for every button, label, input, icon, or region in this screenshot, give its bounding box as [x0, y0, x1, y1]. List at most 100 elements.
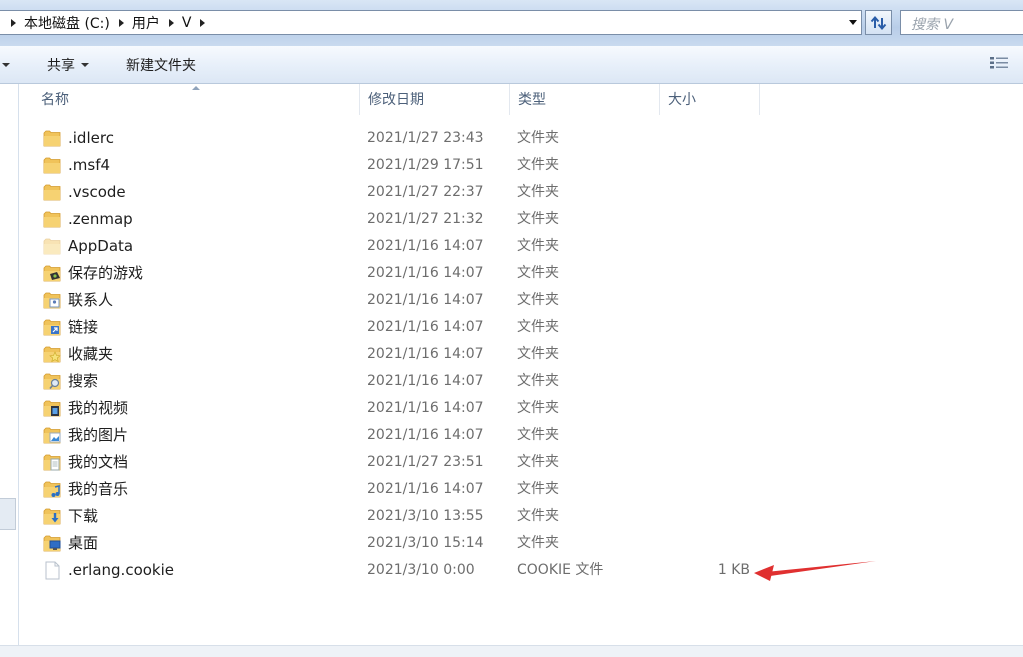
breadcrumb-chevron-icon[interactable] — [118, 18, 124, 27]
file-row[interactable]: .vscode 2021/1/27 22:37 文件夹 — [19, 179, 1023, 206]
sort-ascending-icon — [192, 86, 200, 90]
file-row[interactable]: 搜索 2021/1/16 14:07 文件夹 — [19, 368, 1023, 395]
breadcrumb-chevron-icon[interactable] — [168, 18, 174, 27]
breadcrumb-item-drive[interactable]: 本地磁盘 (C:) — [24, 13, 110, 33]
searches-folder-icon — [43, 372, 63, 391]
file-row[interactable]: 我的图片 2021/1/16 14:07 文件夹 — [19, 422, 1023, 449]
share-button[interactable]: 共享 — [47, 55, 89, 75]
file-size — [659, 530, 750, 557]
videos-folder-icon — [43, 399, 63, 418]
file-size: 1 KB — [717, 562, 750, 578]
file-type: 文件夹 — [517, 400, 559, 416]
file-type: 文件夹 — [517, 508, 559, 524]
file-row[interactable]: 桌面 2021/3/10 15:14 文件夹 — [19, 530, 1023, 557]
breadcrumb-item-v[interactable]: V — [182, 15, 192, 31]
address-bar-area: 本地磁盘 (C:) 用户 V 搜索 V — [0, 0, 1023, 46]
file-modified-date: 2021/1/16 14:07 — [367, 427, 484, 443]
column-header-size[interactable]: 大小 — [660, 84, 760, 115]
breadcrumb-item-users[interactable]: 用户 — [132, 13, 160, 33]
column-header-type[interactable]: 类型 — [510, 84, 660, 115]
file-row[interactable]: .zenmap 2021/1/27 21:32 文件夹 — [19, 206, 1023, 233]
folder-icon — [43, 156, 63, 175]
file-name: 我的音乐 — [68, 480, 129, 498]
column-header-date[interactable]: 修改日期 — [360, 84, 510, 115]
file-name: 我的文档 — [68, 453, 129, 471]
search-input[interactable]: 搜索 V — [900, 10, 1023, 35]
file-row[interactable]: 我的文档 2021/1/27 23:51 文件夹 — [19, 449, 1023, 476]
file-type: 文件夹 — [517, 130, 559, 146]
file-name: 保存的游戏 — [68, 264, 144, 282]
file-modified-date: 2021/1/16 14:07 — [367, 238, 484, 254]
address-bar[interactable]: 本地磁盘 (C:) 用户 V — [0, 10, 862, 35]
file-name: 链接 — [68, 318, 99, 336]
links-folder-icon — [43, 318, 63, 337]
file-type: 文件夹 — [517, 373, 559, 389]
chevron-down-icon — [848, 20, 857, 25]
file-row[interactable]: 下载 2021/3/10 13:55 文件夹 — [19, 503, 1023, 530]
documents-folder-icon — [43, 453, 63, 472]
file-size — [659, 233, 750, 260]
file-row[interactable]: 我的视频 2021/1/16 14:07 文件夹 — [19, 395, 1023, 422]
file-name: 收藏夹 — [68, 345, 114, 363]
red-arrow-annotation-icon — [754, 561, 876, 581]
file-row[interactable]: 我的音乐 2021/1/16 14:07 文件夹 — [19, 476, 1023, 503]
file-size — [659, 152, 750, 179]
hidden-folder-icon — [43, 237, 63, 256]
file-icon — [43, 561, 63, 580]
file-size — [659, 206, 750, 233]
folder-icon — [43, 210, 63, 229]
file-size — [659, 314, 750, 341]
file-name: .zenmap — [68, 210, 133, 228]
saved-games-folder-icon — [43, 264, 63, 283]
file-row[interactable]: 联系人 2021/1/16 14:07 文件夹 — [19, 287, 1023, 314]
file-modified-date: 2021/3/10 15:14 — [367, 535, 484, 551]
file-row[interactable]: 保存的游戏 2021/1/16 14:07 文件夹 — [19, 260, 1023, 287]
navigation-selected-item[interactable] — [0, 498, 16, 530]
breadcrumb-chevron-icon[interactable] — [11, 18, 16, 27]
navigation-pane[interactable] — [0, 84, 19, 646]
file-type: 文件夹 — [517, 319, 559, 335]
file-modified-date: 2021/1/27 23:43 — [367, 130, 484, 146]
file-size — [659, 368, 750, 395]
new-folder-button[interactable]: 新建文件夹 — [126, 55, 196, 75]
downloads-folder-icon — [43, 507, 63, 526]
file-row[interactable]: 链接 2021/1/16 14:07 文件夹 — [19, 314, 1023, 341]
file-row[interactable]: 收藏夹 2021/1/16 14:07 文件夹 — [19, 341, 1023, 368]
file-modified-date: 2021/1/16 14:07 — [367, 292, 484, 308]
file-type: 文件夹 — [517, 292, 559, 308]
change-view-icon[interactable] — [988, 55, 1010, 73]
folder-icon — [43, 183, 63, 202]
file-type: COOKIE 文件 — [517, 562, 604, 578]
file-row[interactable]: .idlerc 2021/1/27 23:43 文件夹 — [19, 125, 1023, 152]
new-folder-button-label: 新建文件夹 — [126, 58, 196, 74]
file-size — [659, 287, 750, 314]
column-header-type-label: 类型 — [518, 92, 546, 108]
refresh-button[interactable] — [865, 10, 892, 35]
file-name: 下载 — [68, 507, 99, 525]
address-history-dropdown[interactable] — [844, 11, 861, 34]
file-row[interactable]: .msf4 2021/1/29 17:51 文件夹 — [19, 152, 1023, 179]
file-row[interactable]: AppData 2021/1/16 14:07 文件夹 — [19, 233, 1023, 260]
music-folder-icon — [43, 480, 63, 499]
file-modified-date: 2021/1/16 14:07 — [367, 265, 484, 281]
organize-dropdown-caret-icon[interactable] — [2, 63, 10, 67]
file-name: 我的视频 — [68, 399, 129, 417]
status-strip — [0, 645, 1023, 657]
file-type: 文件夹 — [517, 346, 559, 362]
command-bar: 共享 新建文件夹 — [0, 46, 1023, 84]
column-header-date-label: 修改日期 — [368, 92, 424, 108]
file-size — [659, 422, 750, 449]
file-type: 文件夹 — [517, 535, 559, 551]
file-name: .erlang.cookie — [68, 561, 175, 579]
file-type: 文件夹 — [517, 184, 559, 200]
column-headers: 名称 修改日期 类型 大小 — [19, 84, 1023, 115]
file-type: 文件夹 — [517, 427, 559, 443]
file-type: 文件夹 — [517, 211, 559, 227]
breadcrumb-chevron-icon[interactable] — [200, 18, 206, 27]
file-size — [659, 503, 750, 530]
file-modified-date: 2021/1/27 21:32 — [367, 211, 484, 227]
search-placeholder: 搜索 V — [911, 17, 954, 33]
file-size — [659, 395, 750, 422]
desktop-folder-icon — [43, 534, 63, 553]
contacts-folder-icon — [43, 291, 63, 310]
